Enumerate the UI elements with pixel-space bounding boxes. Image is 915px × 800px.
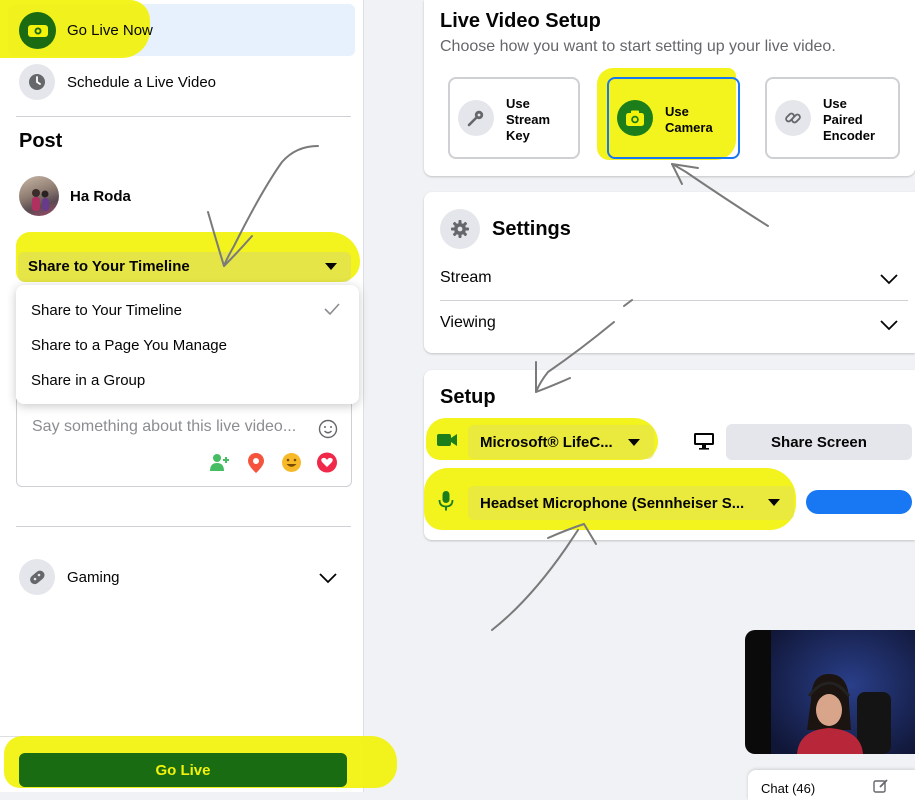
monitor-icon bbox=[693, 432, 715, 455]
video-camera-icon bbox=[19, 12, 56, 49]
schedule-label: Schedule a Live Video bbox=[67, 74, 217, 91]
divider bbox=[16, 526, 351, 527]
camera-preview bbox=[745, 630, 915, 754]
camera-label: Use Camera bbox=[665, 104, 713, 135]
chevron-down-icon[interactable] bbox=[318, 571, 338, 589]
key-icon bbox=[458, 100, 494, 136]
sidebar-item-gaming[interactable] bbox=[8, 553, 355, 601]
clock-icon bbox=[19, 64, 55, 100]
paired-encoder-label: Use Paired Encoder bbox=[823, 96, 876, 143]
divider bbox=[440, 300, 908, 301]
divider bbox=[16, 116, 351, 117]
user-name: Ha Roda bbox=[70, 188, 131, 205]
go-live-button[interactable]: Go Live bbox=[19, 753, 347, 787]
settings-title: Settings bbox=[492, 218, 571, 240]
tag-people-icon[interactable] bbox=[209, 452, 231, 477]
share-option-page[interactable]: Share to a Page You Manage bbox=[31, 337, 227, 354]
game-controller-icon bbox=[19, 559, 55, 595]
viewing-label: Viewing bbox=[440, 314, 496, 331]
share-screen-button[interactable]: Share Screen bbox=[726, 424, 912, 460]
avatar bbox=[19, 176, 59, 216]
setup-subtitle: Choose how you want to start setting up … bbox=[440, 38, 836, 55]
stream-row[interactable] bbox=[440, 262, 908, 296]
post-text-input[interactable]: Say something about this live video... bbox=[32, 418, 302, 436]
camera-icon bbox=[617, 100, 653, 136]
go-live-button-label: Go Live bbox=[155, 761, 211, 779]
post-heading: Post bbox=[19, 130, 63, 152]
share-option-group[interactable]: Share in a Group bbox=[31, 372, 145, 389]
link-icon bbox=[775, 100, 811, 136]
stream-key-label: Use Stream Key bbox=[506, 96, 551, 143]
feeling-icon[interactable] bbox=[281, 452, 302, 478]
fundraiser-icon[interactable] bbox=[316, 452, 338, 478]
camera-select-value: Microsoft® LifeC... bbox=[480, 434, 613, 451]
caret-down-icon bbox=[768, 499, 780, 506]
viewing-row[interactable] bbox=[440, 306, 908, 340]
devices-title: Setup bbox=[440, 386, 496, 408]
share-screen-label: Share Screen bbox=[771, 433, 867, 451]
caret-down-icon bbox=[325, 263, 337, 270]
share-select-value: Share to Your Timeline bbox=[28, 258, 190, 275]
checkmark-icon bbox=[323, 302, 341, 321]
sidebar: Go Live Now Schedule a Live Video Post H… bbox=[0, 0, 397, 792]
video-icon bbox=[436, 432, 458, 453]
share-option-timeline[interactable]: Share to Your Timeline bbox=[31, 302, 182, 319]
caret-down-icon bbox=[628, 439, 640, 446]
smiley-icon[interactable] bbox=[318, 419, 338, 444]
gear-icon bbox=[440, 209, 480, 249]
compose-icon[interactable] bbox=[873, 779, 889, 798]
location-pin-icon[interactable] bbox=[247, 452, 265, 479]
audio-level-bar bbox=[806, 490, 912, 514]
microphone-icon bbox=[438, 490, 454, 517]
chevron-down-icon[interactable] bbox=[879, 272, 899, 290]
stream-label: Stream bbox=[440, 269, 492, 286]
gaming-label: Gaming bbox=[67, 569, 120, 586]
chevron-down-icon[interactable] bbox=[879, 318, 899, 336]
go-live-now-label: Go Live Now bbox=[67, 22, 153, 39]
chat-label: Chat (46) bbox=[761, 781, 816, 796]
setup-title: Live Video Setup bbox=[440, 10, 601, 32]
microphone-select-value: Headset Microphone (Sennheiser S... bbox=[480, 495, 745, 512]
